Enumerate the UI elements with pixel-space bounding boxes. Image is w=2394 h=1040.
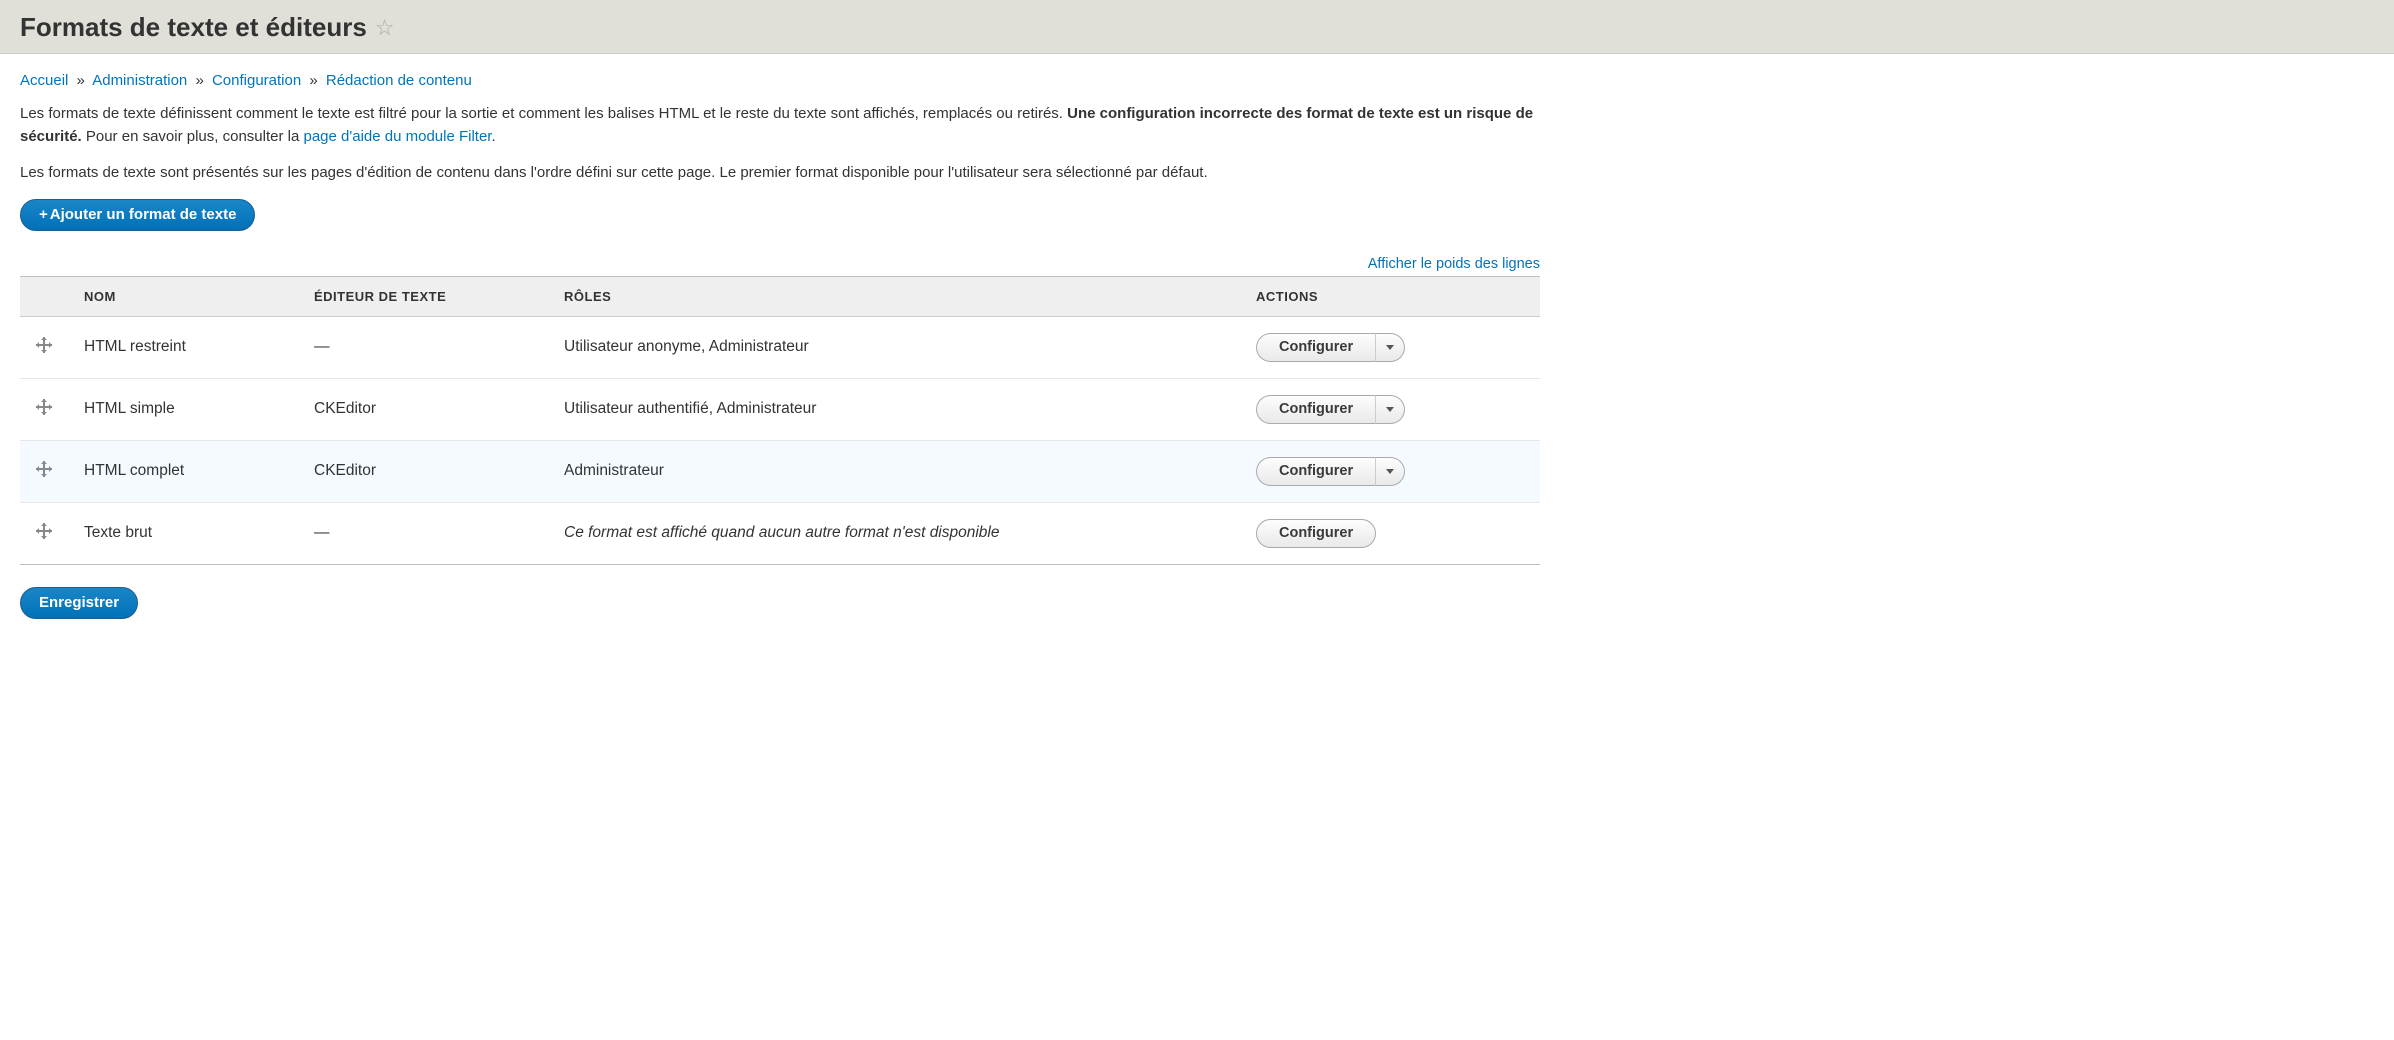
add-format-label: Ajouter un format de texte xyxy=(50,206,237,223)
intro-p1-c: . xyxy=(491,128,495,145)
breadcrumb-authoring[interactable]: Rédaction de contenu xyxy=(326,72,472,89)
breadcrumb-home[interactable]: Accueil xyxy=(20,72,68,89)
drag-handle[interactable] xyxy=(20,378,68,440)
show-row-weights-link[interactable]: Afficher le poids des lignes xyxy=(1368,256,1540,272)
move-icon xyxy=(36,337,52,353)
formats-table: NOM ÉDITEUR DE TEXTE RÔLES ACTIONS HTML … xyxy=(20,276,1540,565)
breadcrumb-config[interactable]: Configuration xyxy=(212,72,301,89)
drag-handle[interactable] xyxy=(20,316,68,378)
breadcrumb: Accueil » Administration » Configuration… xyxy=(20,72,1540,89)
move-icon xyxy=(36,461,52,477)
drag-handle[interactable] xyxy=(20,502,68,564)
dropdown-toggle[interactable] xyxy=(1375,457,1405,486)
intro-p1-b: Pour en savoir plus, consulter la xyxy=(82,128,304,145)
format-editor: — xyxy=(298,502,548,564)
content-region: Accueil » Administration » Configuration… xyxy=(0,54,1560,639)
chevron-down-icon xyxy=(1386,407,1394,412)
breadcrumb-sep: » xyxy=(195,72,203,89)
format-actions: Configurer xyxy=(1240,378,1540,440)
format-editor: CKEditor xyxy=(298,378,548,440)
format-name: HTML restreint xyxy=(68,316,298,378)
format-roles: Utilisateur authentifié, Administrateur xyxy=(548,378,1240,440)
move-icon xyxy=(36,523,52,539)
table-row: Texte brut—Ce format est affiché quand a… xyxy=(20,502,1540,564)
breadcrumb-sep: » xyxy=(77,72,85,89)
star-icon[interactable]: ☆ xyxy=(375,15,395,41)
move-icon xyxy=(36,399,52,415)
format-roles: Administrateur xyxy=(548,440,1240,502)
th-actions: ACTIONS xyxy=(1240,276,1540,316)
intro-p2: Les formats de texte sont présentés sur … xyxy=(20,162,1540,185)
table-row: HTML completCKEditorAdministrateur Config… xyxy=(20,440,1540,502)
dropdown-toggle[interactable] xyxy=(1375,333,1405,362)
breadcrumb-admin[interactable]: Administration xyxy=(92,72,187,89)
table-row: HTML simpleCKEditorUtilisateur authentif… xyxy=(20,378,1540,440)
th-drag xyxy=(20,276,68,316)
header-bar: Formats de texte et éditeurs ☆ xyxy=(0,0,2394,54)
page-title: Formats de texte et éditeurs xyxy=(20,12,367,43)
th-roles: RÔLES xyxy=(548,276,1240,316)
filter-help-link[interactable]: page d'aide du module Filter xyxy=(303,128,491,145)
format-editor: CKEditor xyxy=(298,440,548,502)
format-actions: Configurer xyxy=(1240,440,1540,502)
format-roles: Utilisateur anonyme, Administrateur xyxy=(548,316,1240,378)
chevron-down-icon xyxy=(1386,345,1394,350)
breadcrumb-sep: » xyxy=(309,72,317,89)
format-actions: Configurer xyxy=(1240,316,1540,378)
format-name: HTML simple xyxy=(68,378,298,440)
intro-p1-a: Les formats de texte définissent comment… xyxy=(20,105,1067,122)
configure-button[interactable]: Configurer xyxy=(1256,457,1375,486)
configure-button[interactable]: Configurer xyxy=(1256,395,1375,424)
plus-icon: + xyxy=(39,206,48,223)
drag-handle[interactable] xyxy=(20,440,68,502)
format-roles: Ce format est affiché quand aucun autre … xyxy=(548,502,1240,564)
th-editor: ÉDITEUR DE TEXTE xyxy=(298,276,548,316)
add-format-button[interactable]: +Ajouter un format de texte xyxy=(20,199,255,231)
configure-button[interactable]: Configurer xyxy=(1256,519,1376,548)
format-actions: Configurer xyxy=(1240,502,1540,564)
format-name: HTML complet xyxy=(68,440,298,502)
th-name: NOM xyxy=(68,276,298,316)
format-editor: — xyxy=(298,316,548,378)
configure-button[interactable]: Configurer xyxy=(1256,333,1375,362)
format-name: Texte brut xyxy=(68,502,298,564)
table-row: HTML restreint—Utilisateur anonyme, Admi… xyxy=(20,316,1540,378)
chevron-down-icon xyxy=(1386,469,1394,474)
save-button[interactable]: Enregistrer xyxy=(20,587,138,619)
intro-text: Les formats de texte définissent comment… xyxy=(20,103,1540,185)
dropdown-toggle[interactable] xyxy=(1375,395,1405,424)
